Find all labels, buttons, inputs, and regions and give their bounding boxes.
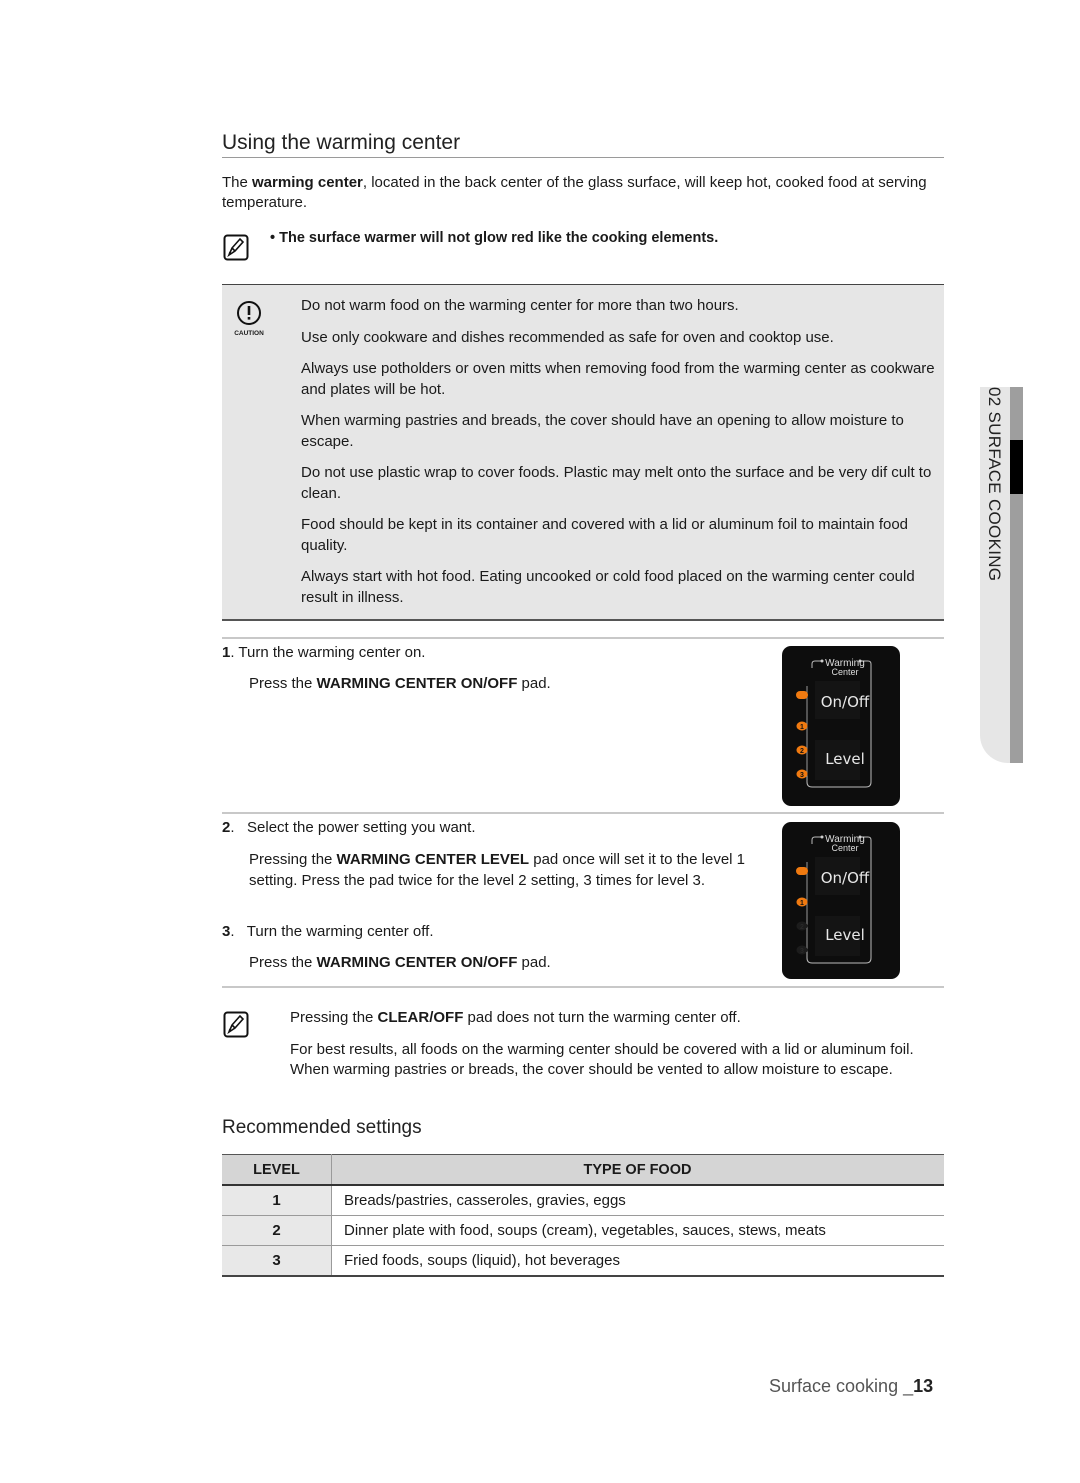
caution-item: Always use potholders or oven mitts when… [301,360,935,398]
level-indicator-number: 3 [800,948,804,955]
chapter-tab: 02 SURFACE COOKING [980,387,1023,763]
level-label: Level [825,926,865,944]
step-text: Turn the warming center on. [238,644,426,661]
page-number: 13 [913,1376,934,1396]
food-cell: Dinner plate with food, soups (cream), v… [331,1215,944,1246]
panel-header-2: Center [831,843,858,853]
step-3: 3. Turn the warming center off. [222,923,434,940]
level-cell: 3 [222,1245,332,1277]
divider [222,812,944,814]
panel-graphic: WarmingCenterOn/OffLevel123 [796,658,872,788]
note-bottom: Pressing the CLEAR/OFF pad does not turn… [290,1008,950,1092]
step-1-detail: Press the WARMING CENTER ON/OFF pad. [249,674,551,695]
detail-prefix: Press the [249,954,317,971]
title-divider [222,157,944,158]
detail-suffix: pad. [517,954,551,971]
note-suffix: pad does not turn the warming center off… [463,1009,741,1026]
caution-item: Food should be kept in its container and… [301,516,909,554]
note-icon [223,234,249,261]
divider [222,986,944,988]
caution-item: Do not use plastic wrap to cover foods. … [301,464,932,502]
page-footer: Surface cooking _13 [769,1376,933,1397]
step-number: 3 [222,923,231,940]
caution-label: CAUTION [234,330,264,337]
onoff-label: On/Off [821,693,870,711]
onoff-label: On/Off [821,869,870,887]
caution-icon [237,301,261,325]
divider [222,637,944,639]
step-number: 1 [222,644,231,661]
header-level: LEVEL [222,1154,332,1186]
note-icon [223,1011,249,1038]
power-indicator [796,867,808,875]
note-line-2: For best results, all foods on the warmi… [290,1040,914,1079]
step-text: Select the power setting you want. [247,819,476,836]
section-subtitle: Recommended settings [222,1117,422,1138]
level-cell: 2 [222,1215,332,1246]
level-indicator-number: 2 [800,924,804,931]
step-text: Turn the warming center off. [246,923,434,940]
panel-header-2: Center [831,667,858,677]
caution-item: Always start with hot food. Eating uncoo… [301,568,915,606]
caution-block-icon: CAUTION [229,300,269,337]
step-number: 2 [222,819,231,836]
note-prefix: Pressing the [290,1009,378,1026]
detail-prefix: Pressing the [249,851,337,868]
chapter-tab-label: 02 SURFACE COOKING [985,387,1004,582]
note-top-text: The surface warmer will not glow red lik… [279,230,719,246]
note-top: • The surface warmer will not glow red l… [270,230,719,246]
footer-section: Surface cooking _ [769,1376,914,1396]
step-2: 2. Select the power setting you want. [222,819,476,836]
warming-center-panel-level-1: Warming Center On/Off Level 1 2 3 [782,822,900,979]
table-row: 2 Dinner plate with food, soups (cream),… [222,1215,944,1246]
table-header-row: LEVEL TYPE OF FOOD [222,1154,944,1186]
level-cell: 1 [222,1185,332,1216]
detail-bold: WARMING CENTER LEVEL [336,851,530,868]
level-indicator-number: 2 [800,748,804,755]
level-indicator-number: 1 [800,900,804,907]
caution-item: Use only cookware and dishes recommended… [301,328,834,346]
level-indicator-number: 1 [800,724,804,731]
frame-dot [820,835,824,839]
food-cell: Fried foods, soups (liquid), hot beverag… [331,1245,944,1277]
chapter-tab-marker [1010,440,1023,494]
level-indicator-number: 3 [800,772,804,779]
note-line-1: Pressing the CLEAR/OFF pad does not turn… [290,1008,950,1029]
detail-bold: WARMING CENTER ON/OFF [316,675,518,692]
step-3-detail: Press the WARMING CENTER ON/OFF pad. [249,953,551,974]
power-indicator [796,691,808,699]
page-title: Using the warming center [222,131,461,154]
detail-suffix: pad. [517,675,551,692]
panel-graphic: WarmingCenterOn/OffLevel123 [796,834,872,964]
detail-prefix: Press the [249,675,317,692]
recommended-settings-table: LEVEL TYPE OF FOOD 1 Breads/pastries, ca… [222,1154,944,1277]
caution-item: Do not warm food on the warming center f… [301,297,739,314]
warming-center-panel-levels-all: Warming Center On/Off Level 1 2 3 [782,646,900,806]
step-2-detail: Pressing the WARMING CENTER LEVEL pad on… [249,850,749,891]
intro-bold: warming center [252,174,363,191]
step-1: 1. Turn the warming center on. [222,644,426,661]
caution-item: When warming pastries and breads, the co… [301,412,904,450]
frame-dot [820,659,824,663]
table-row: 3 Fried foods, soups (liquid), hot bever… [222,1245,944,1277]
intro-paragraph: The warming center, located in the back … [222,173,952,213]
caution-list: Do not warm food on the warming center f… [301,296,951,619]
detail-bold: WARMING CENTER ON/OFF [316,954,518,971]
intro-prefix: The [222,174,253,191]
level-label: Level [825,750,865,768]
table-row: 1 Breads/pastries, casseroles, gravies, … [222,1185,944,1216]
note-bold: CLEAR/OFF [377,1009,464,1026]
header-food: TYPE OF FOOD [331,1154,944,1186]
food-cell: Breads/pastries, casseroles, gravies, eg… [331,1185,944,1216]
